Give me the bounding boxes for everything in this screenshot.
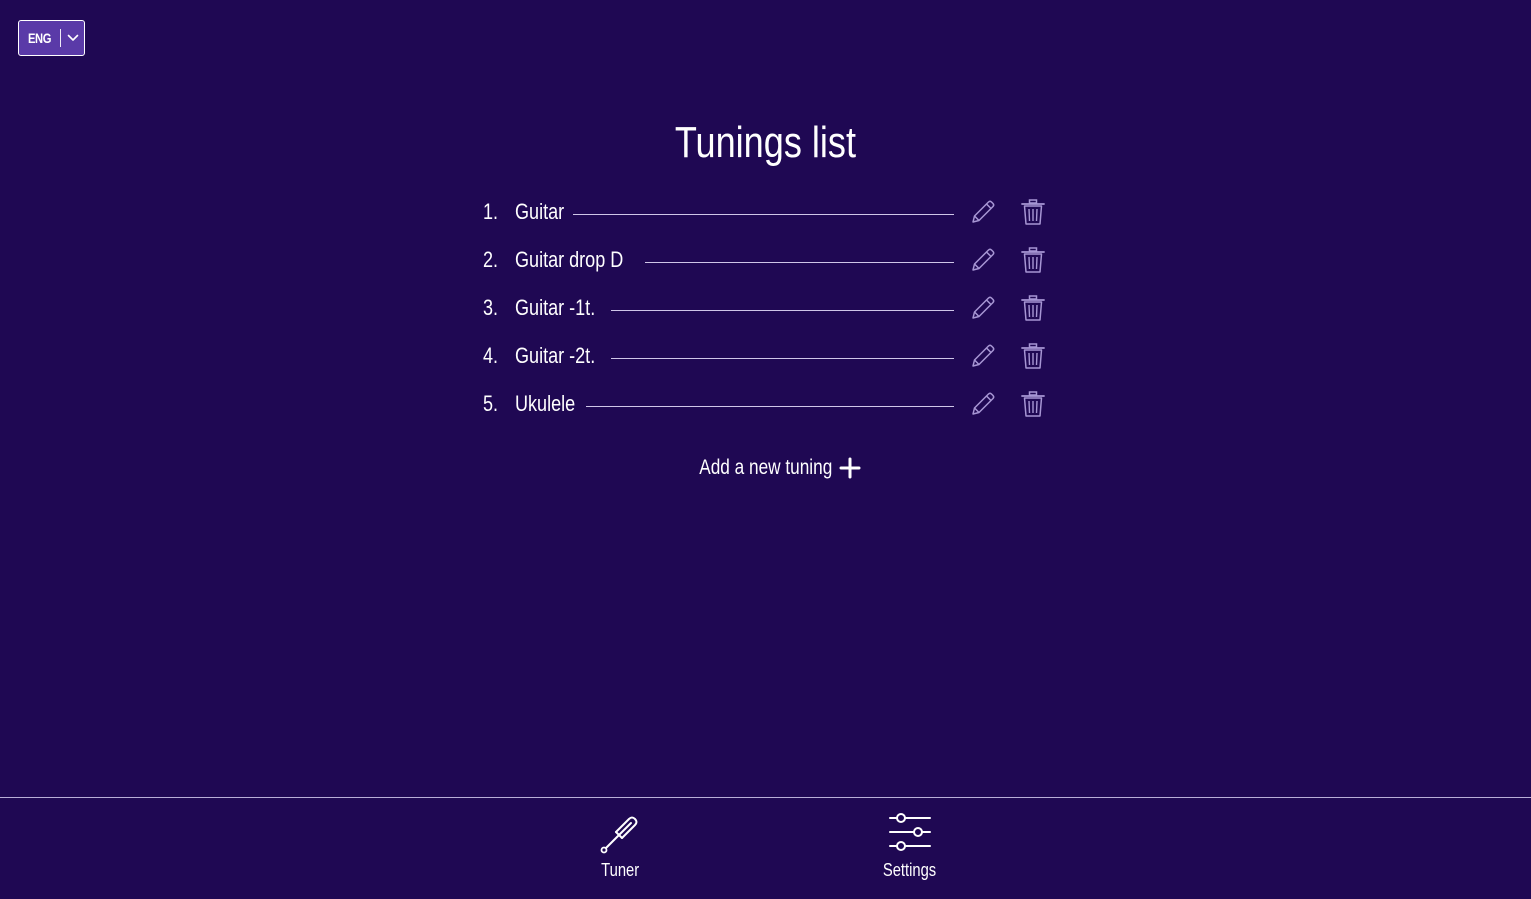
add-tuning-content[interactable]: Add a new tuning [670, 456, 861, 480]
delete-tuning-button[interactable] [1018, 341, 1048, 371]
tuning-name[interactable]: Guitar -2t. [515, 343, 595, 369]
edit-tuning-button[interactable] [968, 245, 998, 275]
tuning-number: 3. [483, 295, 499, 320]
nav-settings-label: Settings [883, 860, 937, 880]
pencil-icon [972, 200, 995, 223]
nav-settings[interactable]: Settings [870, 810, 950, 881]
tuning-name[interactable]: Ukulele [515, 391, 575, 417]
delete-tuning-button[interactable] [1018, 293, 1048, 323]
app-root: ENG Tunings list 1. Guitar 2. Guitar dro… [0, 0, 1531, 899]
pencil-icon [972, 344, 995, 367]
edit-tuning-button[interactable] [968, 197, 998, 227]
edit-tuning-button[interactable] [968, 389, 998, 419]
row-divider-line [572, 213, 954, 215]
sliders-icon [889, 813, 931, 851]
delete-tuning-button[interactable] [1018, 389, 1048, 419]
pencil-icon [972, 392, 995, 415]
trash-icon [1021, 391, 1045, 417]
edit-tuning-button[interactable] [968, 293, 998, 323]
pencil-icon [972, 296, 995, 319]
nav-tuner[interactable]: Tuner [580, 810, 660, 881]
chevron-down-icon[interactable] [61, 34, 84, 42]
row-divider-line [610, 357, 954, 359]
delete-tuning-button[interactable] [1018, 245, 1048, 275]
tuning-row[interactable]: 4. Guitar -2t. [483, 332, 1048, 380]
pencil-icon [972, 248, 995, 271]
trash-icon [1021, 295, 1045, 321]
trash-icon [1021, 343, 1045, 369]
row-divider-line [610, 309, 954, 311]
language-selector[interactable]: ENG [18, 20, 85, 56]
delete-tuning-button[interactable] [1018, 197, 1048, 227]
tuning-name[interactable]: Guitar [515, 199, 564, 225]
plus-icon [839, 457, 861, 479]
tuning-row[interactable]: 3. Guitar -1t. [483, 284, 1048, 332]
tuning-fork-icon [600, 812, 638, 854]
trash-icon [1021, 199, 1045, 225]
tuning-name[interactable]: Guitar drop D [515, 247, 623, 273]
page-title: Tunings list [674, 118, 856, 167]
language-value: ENG [27, 30, 52, 46]
tuning-number: 4. [483, 343, 499, 368]
trash-icon [1021, 247, 1045, 273]
bottom-navigation: Tuner Settings [0, 797, 1531, 899]
tuning-row[interactable]: 2. Guitar drop D [483, 236, 1048, 284]
add-tuning-label: Add a new tuning [699, 456, 833, 479]
tuning-number: 1. [483, 199, 499, 224]
edit-tuning-button[interactable] [968, 341, 998, 371]
nav-tuner-label: Tuner [600, 860, 639, 880]
tuning-number: 2. [483, 247, 499, 272]
tuning-number: 5. [483, 391, 499, 416]
tuning-row[interactable]: 5. Ukulele [483, 380, 1048, 428]
language-divider [60, 29, 61, 47]
row-divider-line [586, 405, 954, 407]
add-tuning-button[interactable]: Add a new tuning [0, 456, 1531, 480]
row-divider-line [645, 261, 954, 263]
tuning-name[interactable]: Guitar -1t. [515, 295, 595, 321]
tuning-row[interactable]: 1. Guitar [483, 188, 1048, 236]
tunings-list: 1. Guitar 2. Guitar drop D 3. Guitar -1t… [483, 188, 1048, 428]
